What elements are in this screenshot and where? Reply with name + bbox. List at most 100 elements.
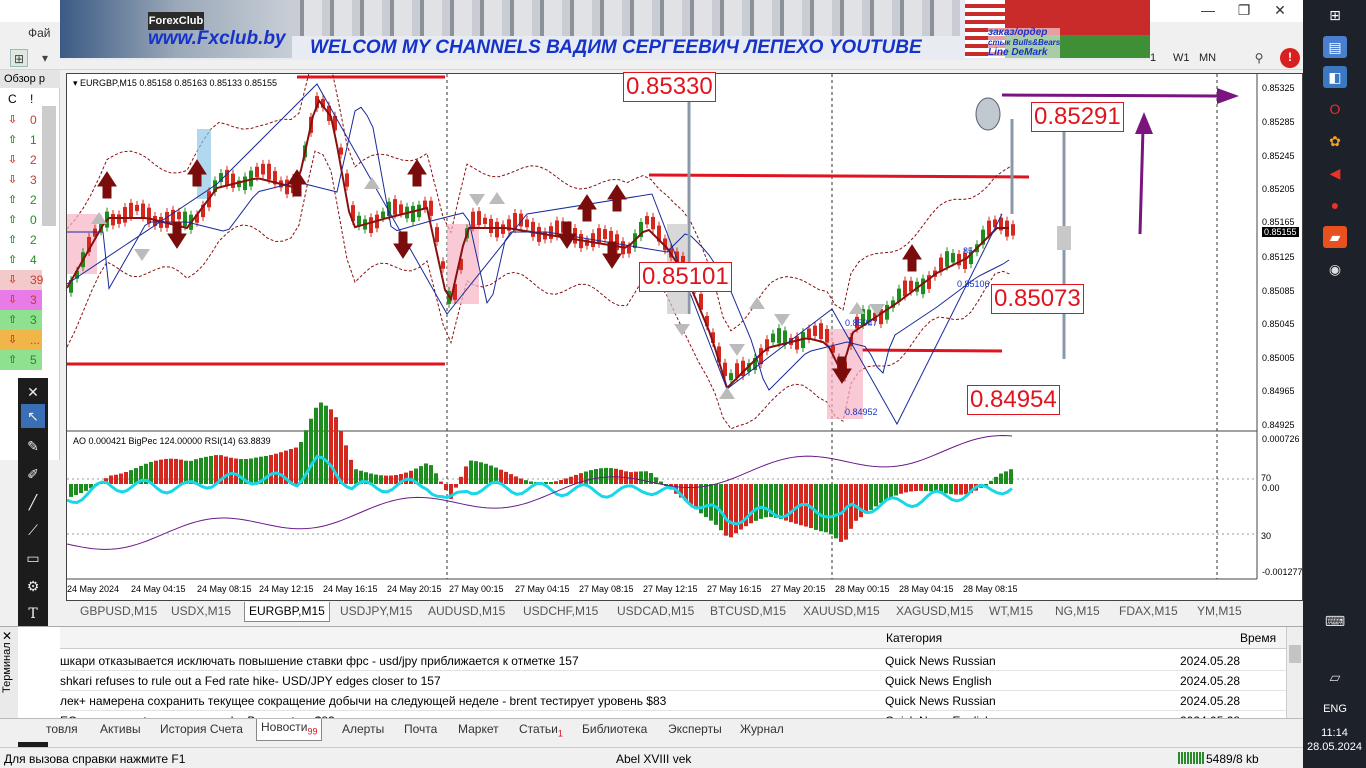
market-watch-scrollbar[interactable] (42, 106, 56, 226)
chart-tab[interactable]: BTCUSD,M15 (706, 602, 790, 622)
chart-tab[interactable]: USDX,M15 (167, 602, 235, 622)
candle (819, 323, 823, 340)
news-row[interactable]: лек+ намерена сохранить текущее сокращен… (60, 691, 1286, 711)
news-row[interactable]: shkari refuses to rule out a Fed rate hi… (60, 671, 1286, 691)
terminal-tab[interactable]: Статьи1 (519, 722, 563, 738)
market-watch-row[interactable]: ⇩ 0 (0, 110, 42, 130)
keyboard-icon[interactable]: ⌨ (1323, 610, 1347, 632)
start-icon[interactable]: ⊞ (1323, 4, 1347, 26)
market-watch-row[interactable]: ⇩ 2 (0, 150, 42, 170)
metatrader-icon[interactable]: ▰ (1323, 226, 1347, 248)
chart-tab[interactable]: NG,M15 (1051, 602, 1104, 622)
text-icon[interactable]: T (21, 602, 45, 626)
line-icon[interactable]: ╱ (21, 490, 45, 514)
chart-tab[interactable]: XAGUSD,M15 (892, 602, 977, 622)
ao-bar (254, 457, 258, 484)
chart-window[interactable]: ▾ EURGBP,M15 0.85158 0.85163 0.85133 0.8… (66, 72, 1304, 602)
terminal-tab[interactable]: Новости99 (256, 719, 323, 741)
chart-tab[interactable]: USDJPY,M15 (336, 602, 416, 622)
news-col-category[interactable]: Категория (886, 631, 942, 645)
chart-tab[interactable]: FDAX,M15 (1115, 602, 1182, 622)
news-scrollbar[interactable] (1286, 627, 1303, 721)
market-watch-title[interactable]: Обзор р (0, 70, 60, 88)
terminal-tab[interactable]: Библиотека (582, 722, 647, 736)
marker-icon[interactable]: ✐ (21, 462, 45, 486)
ao-bar (719, 484, 723, 531)
cursor-icon[interactable]: ↖ (21, 404, 45, 428)
market-watch-row[interactable]: ⇧ 3 (0, 310, 42, 330)
ray-icon[interactable]: ⟋ (21, 518, 45, 542)
maximize-button[interactable]: ❐ (1226, 0, 1262, 22)
record-icon[interactable]: ● (1323, 194, 1347, 216)
terminal-tab[interactable]: Почта (404, 722, 437, 736)
ao-bar (824, 484, 828, 533)
audio-icon[interactable]: ◀ (1323, 162, 1347, 184)
market-watch-row[interactable]: ⇧ 0 (0, 210, 42, 230)
timeframe-h1[interactable]: 1 (1150, 52, 1156, 64)
market-watch-row[interactable]: ⇧ 4 (0, 250, 42, 270)
price-label-mid: 0.85101 (639, 262, 732, 292)
explorer-icon[interactable]: ▤ (1323, 36, 1347, 58)
market-watch-row[interactable]: ⇩ 39 (0, 270, 43, 290)
market-watch-row[interactable]: ⇩ 3 (0, 170, 42, 190)
terminal-tab[interactable]: Маркет (458, 722, 499, 736)
chart-tab[interactable]: USDCAD,M15 (613, 602, 698, 622)
market-watch-row[interactable]: ⇧ 1 (0, 130, 42, 150)
minimize-button[interactable]: — (1190, 0, 1226, 22)
terminal-tab[interactable]: товля (46, 722, 78, 736)
ao-bar (179, 459, 183, 484)
fibonacci-icon[interactable]: ⚙ (21, 574, 45, 598)
timeframe-mn[interactable]: MN (1199, 52, 1216, 64)
candle (285, 179, 289, 195)
terminal-tab[interactable]: Журнал (740, 722, 784, 736)
notifications-icon[interactable]: ! (1280, 48, 1300, 68)
chart-tab[interactable]: AUDUSD,M15 (424, 602, 509, 622)
news-scroll-thumb[interactable] (1289, 645, 1301, 663)
chart-tab[interactable]: USDCHF,M15 (519, 602, 602, 622)
language-indicator[interactable]: ENG (1315, 698, 1355, 720)
terminal-close-icon[interactable]: ✕ (2, 629, 12, 643)
terminal-tab[interactable]: Эксперты (668, 722, 722, 736)
chart-tab[interactable]: EURGBP,M15 (244, 602, 330, 622)
x-axis-tick: 24 May 04:15 (131, 584, 186, 594)
menu-file[interactable]: Фай (28, 26, 51, 40)
new-chart-icon[interactable]: ⊞ (10, 49, 28, 67)
taskbar-clock[interactable]: 11:14 28.05.2024 (1303, 726, 1366, 754)
market-watch-row[interactable]: ⇧ 2 (0, 230, 42, 250)
market-watch-value: ... (30, 333, 41, 347)
chart-tab[interactable]: WT,M15 (985, 602, 1037, 622)
chart-tab[interactable]: XAUUSD,M15 (799, 602, 884, 622)
pencil-icon[interactable]: ✎ (21, 434, 45, 458)
ao-bar (874, 484, 878, 507)
app-icon-1[interactable]: ◧ (1323, 66, 1347, 88)
news-row[interactable]: шкари отказывается исключать повышение с… (60, 651, 1286, 671)
market-watch-col-change[interactable]: ! (30, 92, 33, 106)
terminal-tab[interactable]: Алерты (342, 722, 384, 736)
paint-icon[interactable]: ✿ (1323, 130, 1347, 152)
camera-icon[interactable]: ◉ (1323, 258, 1347, 280)
ad-banner[interactable]: ForexClub www.Fxclub.by WELCOM MY CHANNE… (60, 0, 1150, 60)
terminal-tab[interactable]: Активы (100, 722, 141, 736)
ao-bar (474, 461, 478, 484)
y-axis-tick: 0.84965 (1262, 386, 1295, 396)
profiles-icon[interactable]: ▾ (36, 49, 54, 67)
market-watch-col-symbol[interactable]: С (8, 92, 17, 106)
market-watch-row[interactable]: ⇩... (0, 330, 42, 350)
chart-tab[interactable]: YM,M15 (1193, 602, 1246, 622)
close-button[interactable]: ✕ (1262, 0, 1298, 22)
search-icon[interactable]: ⚲ (1250, 49, 1268, 67)
chat-icon[interactable]: ▱ (1323, 666, 1347, 688)
chart-tab[interactable]: GBPUSD,M15 (76, 602, 161, 622)
price-chart[interactable] (67, 74, 1304, 602)
terminal-tab[interactable]: История Счета (160, 722, 243, 736)
timeframe-w1[interactable]: W1 (1173, 52, 1190, 64)
market-watch-row[interactable]: ⇧ 5 (0, 350, 42, 370)
ao-bar (704, 484, 708, 518)
market-watch-row[interactable]: ⇧ 2 (0, 190, 42, 210)
rectangle-icon[interactable]: ▭ (21, 546, 45, 570)
x-axis-tick: 27 May 00:15 (449, 584, 504, 594)
opera-icon[interactable]: O (1323, 98, 1347, 120)
close-icon[interactable]: ✕ (21, 380, 45, 404)
news-col-time[interactable]: Время (1240, 631, 1276, 645)
market-watch-row[interactable]: ⇩ 3 (0, 290, 42, 310)
